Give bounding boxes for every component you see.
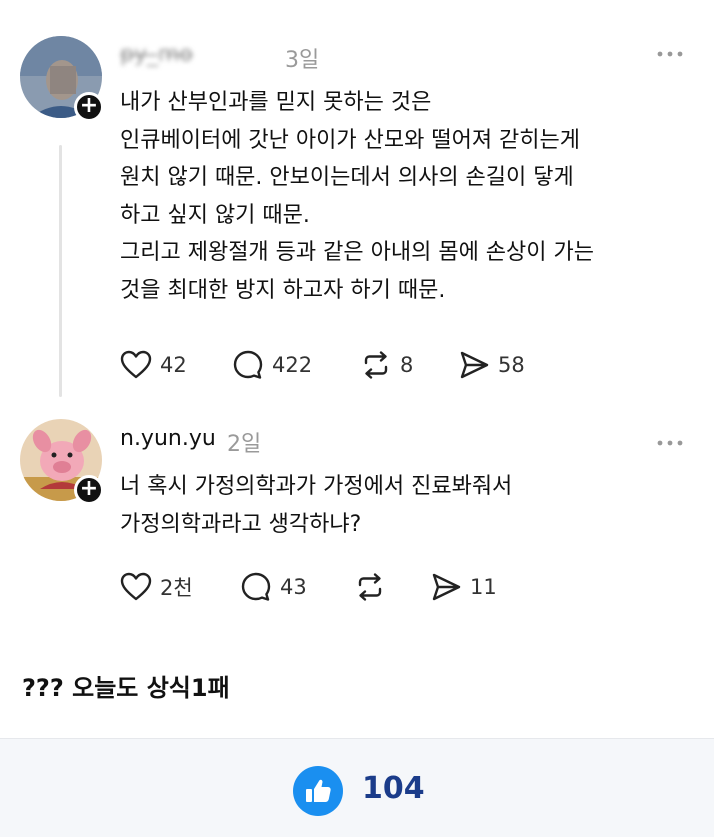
repost-icon xyxy=(364,351,388,379)
repost-icon xyxy=(358,573,382,601)
recommend-count: 104 xyxy=(362,771,425,806)
share-button[interactable]: 11 xyxy=(430,571,497,603)
heart-icon xyxy=(120,572,152,601)
article-caption: ??? 오늘도 상식1패 xyxy=(22,674,230,702)
repost-button[interactable] xyxy=(354,571,430,603)
post-line: 그리고 제왕절개 등과 같은 아내의 몸에 손상이 가는 xyxy=(120,240,594,265)
repost-count: 8 xyxy=(400,353,414,377)
thread-post-2: + n.yun.yu 2일 너 혹시 가정의학과가 가정에서 진료봐줘서 가정의… xyxy=(0,405,714,635)
thumbs-up-button[interactable] xyxy=(293,766,343,816)
like-button[interactable]: 42 xyxy=(120,350,232,380)
comment-icon xyxy=(241,572,271,601)
comment-count: 422 xyxy=(272,353,313,377)
post-actions: 2천 43 11 xyxy=(120,571,497,603)
send-icon xyxy=(432,573,461,601)
post-actions: 42 422 8 58 xyxy=(120,349,525,381)
username[interactable]: p̶y̶_̶m̶o̶ xyxy=(120,42,193,67)
send-icon xyxy=(460,351,489,379)
comment-count: 43 xyxy=(280,575,307,599)
post-line: 인큐베이터에 갓난 아이가 산모와 떨어져 갇히는게 xyxy=(120,127,581,153)
share-button[interactable]: 58 xyxy=(458,349,525,381)
follow-plus-icon[interactable]: + xyxy=(74,92,104,122)
post-line: 하고 싶지 않기 때문. xyxy=(120,202,310,228)
comment-icon xyxy=(233,350,263,379)
recommend-bar: 104 xyxy=(0,738,714,837)
thread-connector-line xyxy=(59,145,62,397)
thumbs-up-icon xyxy=(306,779,331,802)
post-line: 것을 최대한 방지 하고자 하기 때문. xyxy=(120,277,446,303)
like-count: 42 xyxy=(160,353,187,377)
post-line: 내가 산부인과를 믿지 못하는 것은 xyxy=(120,90,432,115)
repost-button[interactable]: 8 xyxy=(360,349,458,381)
share-count: 58 xyxy=(498,353,525,377)
post-time: 3일 xyxy=(285,48,320,73)
post-body: 너 혹시 가정의학과가 가정에서 진료봐줘서 가정의학과라고 생각하냐? xyxy=(120,468,512,543)
share-count: 11 xyxy=(470,575,497,599)
post-line: 가정의학과라고 생각하냐? xyxy=(120,511,362,537)
comment-button[interactable]: 43 xyxy=(240,571,354,603)
heart-icon xyxy=(120,350,152,379)
post-line: 원치 않기 때문. 안보이는데서 의사의 손길이 닿게 xyxy=(120,165,574,190)
like-button[interactable]: 2천 xyxy=(120,572,240,602)
post-body: 내가 산부인과를 믿지 못하는 것은 인큐베이터에 갓난 아이가 산모와 떨어져… xyxy=(120,84,594,309)
more-horizontal-icon[interactable] xyxy=(656,429,684,454)
post-time: 2일 xyxy=(227,432,262,457)
more-horizontal-icon[interactable] xyxy=(656,40,684,65)
follow-plus-icon[interactable]: + xyxy=(74,475,104,505)
post-line: 너 혹시 가정의학과가 가정에서 진료봐줘서 xyxy=(120,474,513,499)
comment-button[interactable]: 422 xyxy=(232,349,360,381)
like-count: 2천 xyxy=(160,576,193,600)
thread-post-1: + p̶y̶_̶m̶o̶ 3일 내가 산부인과를 믿지 못하는 것은 인큐베이터… xyxy=(0,0,714,405)
username[interactable]: n.yun.yu xyxy=(120,426,216,451)
